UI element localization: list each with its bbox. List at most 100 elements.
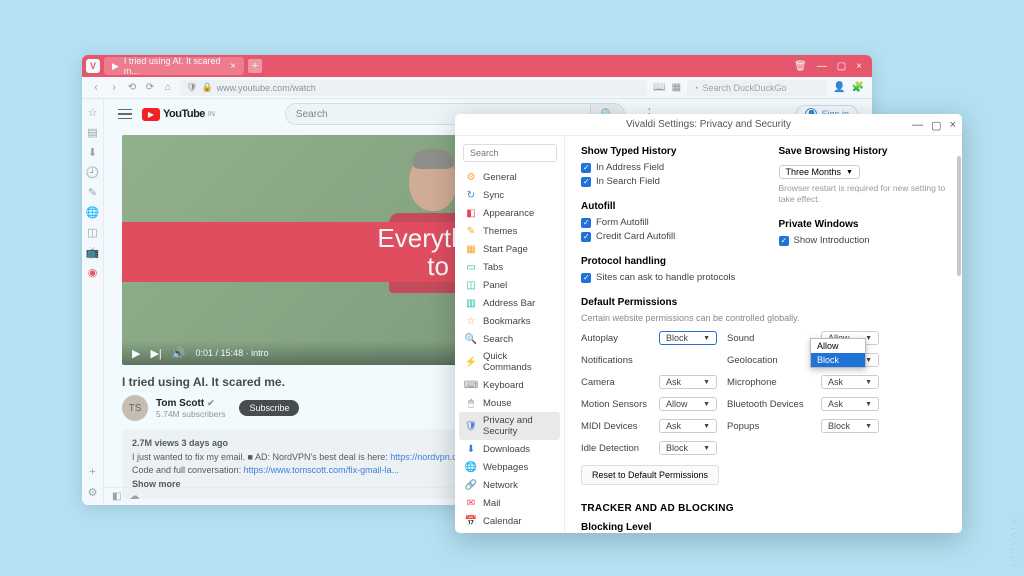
search-field[interactable]: ◔ Search DuckDuckGo xyxy=(687,80,827,96)
shield-icon[interactable]: 🛡 xyxy=(186,82,197,93)
extensions-icon[interactable]: 🧩 xyxy=(852,82,864,93)
maximize-icon[interactable]: ▢ xyxy=(837,61,846,72)
dropdown-option-block[interactable]: Block xyxy=(811,353,865,367)
downloads-panel-icon[interactable]: ⬇ xyxy=(86,145,100,159)
autofill-group: Autofill Form Autofill Credit Card Autof… xyxy=(581,201,749,242)
search-field-checkbox[interactable]: In Search Field xyxy=(581,176,749,187)
sync-status-icon[interactable]: ☁ xyxy=(129,491,139,502)
menu-icon[interactable] xyxy=(118,107,132,121)
translate-panel-icon[interactable]: 🌐 xyxy=(86,205,100,219)
forward-icon[interactable]: › xyxy=(108,82,120,94)
window-panel-icon[interactable]: ◫ xyxy=(86,225,100,239)
credit-card-autofill-checkbox[interactable]: Credit Card Autofill xyxy=(581,231,749,242)
nav-icon: 🖱 xyxy=(465,397,477,409)
settings-nav-feeds[interactable]: 📰Feeds xyxy=(455,530,564,533)
chevron-down-icon: ▼ xyxy=(703,445,710,452)
bookmarks-panel-icon[interactable]: ☆ xyxy=(86,105,100,119)
rewind-icon[interactable]: ⟲ xyxy=(126,82,138,94)
twitch-icon[interactable]: 📺 xyxy=(86,245,100,259)
perm-midi-devices-select[interactable]: Ask▼ xyxy=(659,419,717,433)
reload-icon[interactable]: ⟳ xyxy=(144,82,156,94)
settings-maximize-icon[interactable]: ▢ xyxy=(931,119,941,132)
desc-link-2[interactable]: https://www.tomscott.com/fix-gmail-la... xyxy=(244,465,400,475)
history-panel-icon[interactable]: 🕘 xyxy=(86,165,100,179)
settings-minimize-icon[interactable]: — xyxy=(912,119,923,131)
address-bar[interactable]: 🛡 🔒 www.youtube.com/watch xyxy=(180,80,647,96)
perm-idle-detection-select[interactable]: Block▼ xyxy=(659,441,717,455)
perm-popups-select[interactable]: Block▼ xyxy=(821,419,879,433)
perm-autoplay-label: Autoplay xyxy=(581,333,651,344)
new-tab-button[interactable]: + xyxy=(248,59,262,73)
perm-microphone-select[interactable]: Ask▼ xyxy=(821,375,879,389)
browser-tab[interactable]: ▶ I tried using AI. It scared m... × xyxy=(104,57,244,75)
address-field-checkbox[interactable]: In Address Field xyxy=(581,162,749,173)
nav-label: Mouse xyxy=(483,398,512,409)
panel-toggle-icon[interactable]: ◧ xyxy=(112,491,121,502)
reset-permissions-button[interactable]: Reset to Default Permissions xyxy=(581,465,719,485)
settings-nav-general[interactable]: ⚙General xyxy=(455,168,564,186)
nav-icon: ▦ xyxy=(465,243,477,255)
nav-label: General xyxy=(483,172,517,183)
notes-panel-icon[interactable]: ✎ xyxy=(86,185,100,199)
settings-nav-mouse[interactable]: 🖱 Mouse xyxy=(455,394,564,412)
settings-search-input[interactable] xyxy=(463,144,557,162)
perm-bluetooth-devices-label: Bluetooth Devices xyxy=(727,399,813,410)
settings-nav-webpages[interactable]: 🌐Webpages xyxy=(455,458,564,476)
settings-nav-panel[interactable]: ◫Panel xyxy=(455,276,564,294)
settings-nav-keyboard[interactable]: ⌨Keyboard xyxy=(455,376,564,394)
add-panel-icon[interactable]: + xyxy=(86,465,100,479)
back-icon[interactable]: ‹ xyxy=(90,82,102,94)
scrollbar-thumb[interactable] xyxy=(957,156,961,276)
qr-icon[interactable]: ▦ xyxy=(672,82,681,93)
close-tab-icon[interactable]: × xyxy=(230,61,236,72)
perm-camera-select[interactable]: Ask▼ xyxy=(659,375,717,389)
lock-icon: 🔒 xyxy=(201,82,212,93)
settings-nav-sync[interactable]: ↻Sync xyxy=(455,186,564,204)
next-icon[interactable]: ▶| xyxy=(150,347,161,360)
show-intro-checkbox[interactable]: Show Introduction xyxy=(779,235,947,246)
chevron-down-icon: ▼ xyxy=(703,379,710,386)
dropdown-option-allow[interactable]: Allow xyxy=(811,339,865,353)
vivaldi-logo-icon[interactable]: V xyxy=(86,59,100,73)
perm-motion-sensors-select[interactable]: Allow▼ xyxy=(659,397,717,411)
history-duration-select[interactable]: Three Months▼ xyxy=(779,165,860,179)
tab-title: I tried using AI. It scared m... xyxy=(124,56,225,76)
settings-nav-bookmarks[interactable]: ☆Bookmarks xyxy=(455,312,564,330)
settings-nav-start-page[interactable]: ▦Start Page xyxy=(455,240,564,258)
settings-nav-privacy-and-security[interactable]: 🛡Privacy and Security xyxy=(459,412,560,440)
settings-nav-mail[interactable]: ✉Mail xyxy=(455,494,564,512)
close-window-icon[interactable]: × xyxy=(856,61,862,72)
trash-icon[interactable]: 🗑 xyxy=(794,61,807,72)
minimize-icon[interactable]: — xyxy=(817,61,827,72)
reading-list-icon[interactable]: ▤ xyxy=(86,125,100,139)
perm-bluetooth-devices-select[interactable]: Ask▼ xyxy=(821,397,879,411)
settings-nav-search[interactable]: 🔍Search xyxy=(455,330,564,348)
settings-nav-quick-commands[interactable]: ⚡Quick Commands xyxy=(455,348,564,376)
perm-microphone-label: Microphone xyxy=(727,377,813,388)
channel-name[interactable]: Tom Scott xyxy=(156,398,204,409)
home-icon[interactable]: ⌂ xyxy=(162,82,174,94)
settings-nav-calendar[interactable]: 📅Calendar xyxy=(455,512,564,530)
reader-icon[interactable]: 📖 xyxy=(653,82,665,93)
settings-panel-icon[interactable]: ⚙ xyxy=(86,485,100,499)
app-icon[interactable]: ◉ xyxy=(86,265,100,279)
play-icon[interactable]: ▶ xyxy=(132,347,140,360)
settings-nav-tabs[interactable]: ▭Tabs xyxy=(455,258,564,276)
volume-icon[interactable]: 🔊 xyxy=(172,347,186,360)
protocol-checkbox[interactable]: Sites can ask to handle protocols xyxy=(581,272,749,283)
perm-sound-label: Sound xyxy=(727,333,813,344)
form-autofill-checkbox[interactable]: Form Autofill xyxy=(581,217,749,228)
settings-nav-downloads[interactable]: ⬇Downloads xyxy=(455,440,564,458)
settings-nav-themes[interactable]: ✎Themes xyxy=(455,222,564,240)
settings-nav-network[interactable]: 🔗Network xyxy=(455,476,564,494)
subscribe-button[interactable]: Subscribe xyxy=(239,400,299,416)
youtube-logo[interactable]: ▶ YouTube IN xyxy=(142,108,215,121)
chevron-down-icon: ▼ xyxy=(865,335,872,342)
group-title: Private Windows xyxy=(779,219,947,230)
channel-avatar[interactable]: TS xyxy=(122,395,148,421)
profile-icon[interactable]: 👤 xyxy=(833,82,845,93)
settings-nav-address-bar[interactable]: ▥Address Bar xyxy=(455,294,564,312)
perm-autoplay-select[interactable]: Block▼ xyxy=(659,331,717,345)
settings-nav-appearance[interactable]: ◧Appearance xyxy=(455,204,564,222)
settings-close-icon[interactable]: × xyxy=(950,119,956,131)
